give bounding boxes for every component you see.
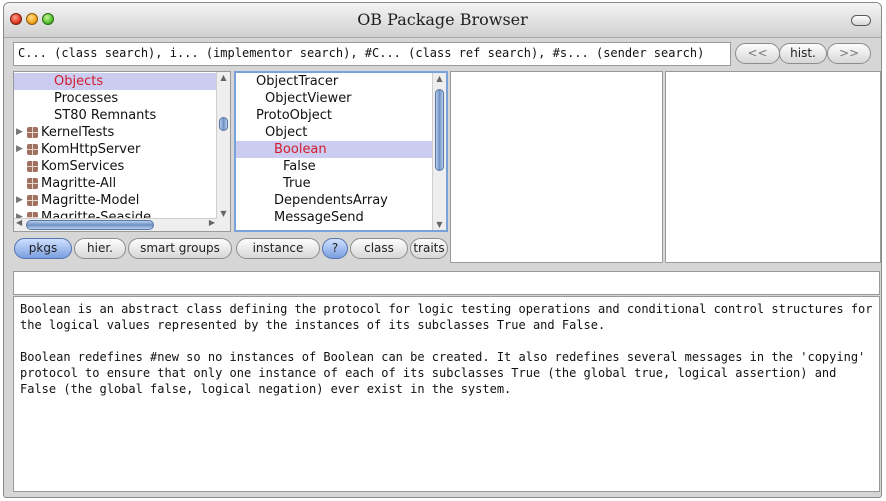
class-item-label: Object: [265, 125, 308, 140]
package-item-label: Objects: [54, 74, 104, 89]
scroll-up-icon[interactable]: ▲: [433, 74, 446, 83]
expand-arrow-icon[interactable]: ▶: [16, 124, 23, 141]
class-list-vscrollbar[interactable]: ▲ ▼: [432, 73, 446, 230]
package-item-magritte-all[interactable]: Magritte-All: [14, 175, 217, 192]
scroll-down-icon[interactable]: ▼: [433, 220, 446, 229]
class-item-label: True: [283, 176, 311, 191]
history-back-button[interactable]: <<: [735, 43, 780, 64]
class-item-label: False: [283, 159, 316, 174]
scroll-up-icon[interactable]: ▲: [217, 73, 230, 82]
class-list-pane[interactable]: ObjectTracer ObjectViewer ProtoObject Ob…: [234, 71, 448, 232]
class-item-label: ObjectViewer: [265, 91, 352, 106]
method-list-pane[interactable]: [665, 71, 881, 263]
browser-window: OB Package Browser C... (class search), …: [3, 2, 882, 498]
package-item-komhttpserver[interactable]: ▶ KomHttpServer: [14, 141, 217, 158]
class-item-objectviewer[interactable]: ObjectViewer: [236, 90, 432, 107]
package-item-processes[interactable]: Processes: [14, 90, 217, 107]
instance-button[interactable]: instance: [236, 238, 320, 259]
comment-paragraph: Boolean redefines #new so no instances o…: [20, 350, 866, 396]
package-item-label: KernelTests: [41, 125, 115, 140]
protocol-list-pane[interactable]: [450, 71, 663, 263]
package-icon: [27, 127, 38, 138]
scroll-thumb[interactable]: [435, 89, 444, 171]
class-comment-pane[interactable]: Boolean is an abstract class defining th…: [13, 296, 880, 492]
window-title: OB Package Browser: [357, 10, 528, 29]
help-button[interactable]: ?: [322, 238, 348, 259]
package-item-st80-remnants[interactable]: ST80 Remnants: [14, 107, 217, 124]
class-item-dependentsarray[interactable]: DependentsArray: [236, 192, 432, 209]
history-button[interactable]: hist.: [779, 43, 827, 64]
class-item-label: ProtoObject: [256, 108, 333, 123]
package-icon: [27, 195, 38, 206]
smart-groups-button[interactable]: smart groups: [128, 238, 232, 259]
package-icon: [27, 144, 38, 155]
scroll-thumb[interactable]: [219, 117, 228, 131]
history-forward-button[interactable]: >>: [827, 43, 871, 64]
package-item-objects[interactable]: Objects: [14, 73, 217, 90]
package-list-vscrollbar[interactable]: ▲ ▼: [216, 72, 230, 231]
package-item-label: Magritte-All: [41, 176, 117, 191]
package-item-label: KomServices: [41, 159, 125, 174]
class-item-protoobject[interactable]: ProtoObject: [236, 107, 432, 124]
package-item-label: KomHttpServer: [41, 142, 141, 157]
pkgs-button[interactable]: pkgs: [14, 238, 72, 259]
hierarchy-button[interactable]: hier.: [74, 238, 126, 259]
scroll-left-icon[interactable]: ◀: [16, 218, 22, 227]
comment-paragraph: Boolean is an abstract class defining th…: [20, 302, 873, 332]
package-list-pane[interactable]: Objects Processes ST80 Remnants ▶ KernelT…: [13, 71, 231, 232]
class-item-object[interactable]: Object: [236, 124, 432, 141]
class-list[interactable]: ObjectTracer ObjectViewer ProtoObject Ob…: [236, 73, 432, 226]
package-item-label: ST80 Remnants: [54, 108, 157, 123]
package-item-kerneltests[interactable]: ▶ KernelTests: [14, 124, 217, 141]
class-item-true[interactable]: True: [236, 175, 432, 192]
scroll-down-icon[interactable]: ▼: [217, 209, 230, 218]
package-item-magritte-model[interactable]: ▶ Magritte-Model: [14, 192, 217, 209]
package-list-hscrollbar[interactable]: ◀ ▶: [14, 218, 217, 231]
package-icon: [27, 178, 38, 189]
title-bar[interactable]: OB Package Browser: [4, 3, 881, 38]
traits-button[interactable]: traits: [410, 238, 448, 259]
class-item-objecttracer[interactable]: ObjectTracer: [236, 73, 432, 90]
class-item-false[interactable]: False: [236, 158, 432, 175]
class-item-label: ObjectTracer: [256, 74, 339, 89]
collapse-window-button[interactable]: [851, 15, 871, 26]
scroll-right-icon[interactable]: ▶: [209, 218, 215, 227]
class-item-label: DependentsArray: [274, 193, 388, 208]
package-item-komservices[interactable]: KomServices: [14, 158, 217, 175]
package-list[interactable]: Objects Processes ST80 Remnants ▶ KernelT…: [14, 73, 217, 226]
search-input[interactable]: C... (class search), i... (implementor s…: [13, 42, 731, 66]
class-side-button[interactable]: class: [350, 238, 408, 259]
class-item-label: MessageSend: [274, 210, 364, 225]
class-item-label: Boolean: [274, 142, 327, 157]
definition-pane[interactable]: [13, 271, 880, 295]
expand-arrow-icon[interactable]: ▶: [16, 141, 23, 158]
package-icon: [27, 161, 38, 172]
class-item-messagesend[interactable]: MessageSend: [236, 209, 432, 226]
scroll-thumb[interactable]: [26, 220, 154, 230]
class-item-boolean[interactable]: Boolean: [236, 141, 432, 158]
expand-arrow-icon[interactable]: ▶: [16, 192, 23, 209]
package-item-label: Processes: [54, 91, 119, 106]
package-item-label: Magritte-Model: [41, 193, 140, 208]
